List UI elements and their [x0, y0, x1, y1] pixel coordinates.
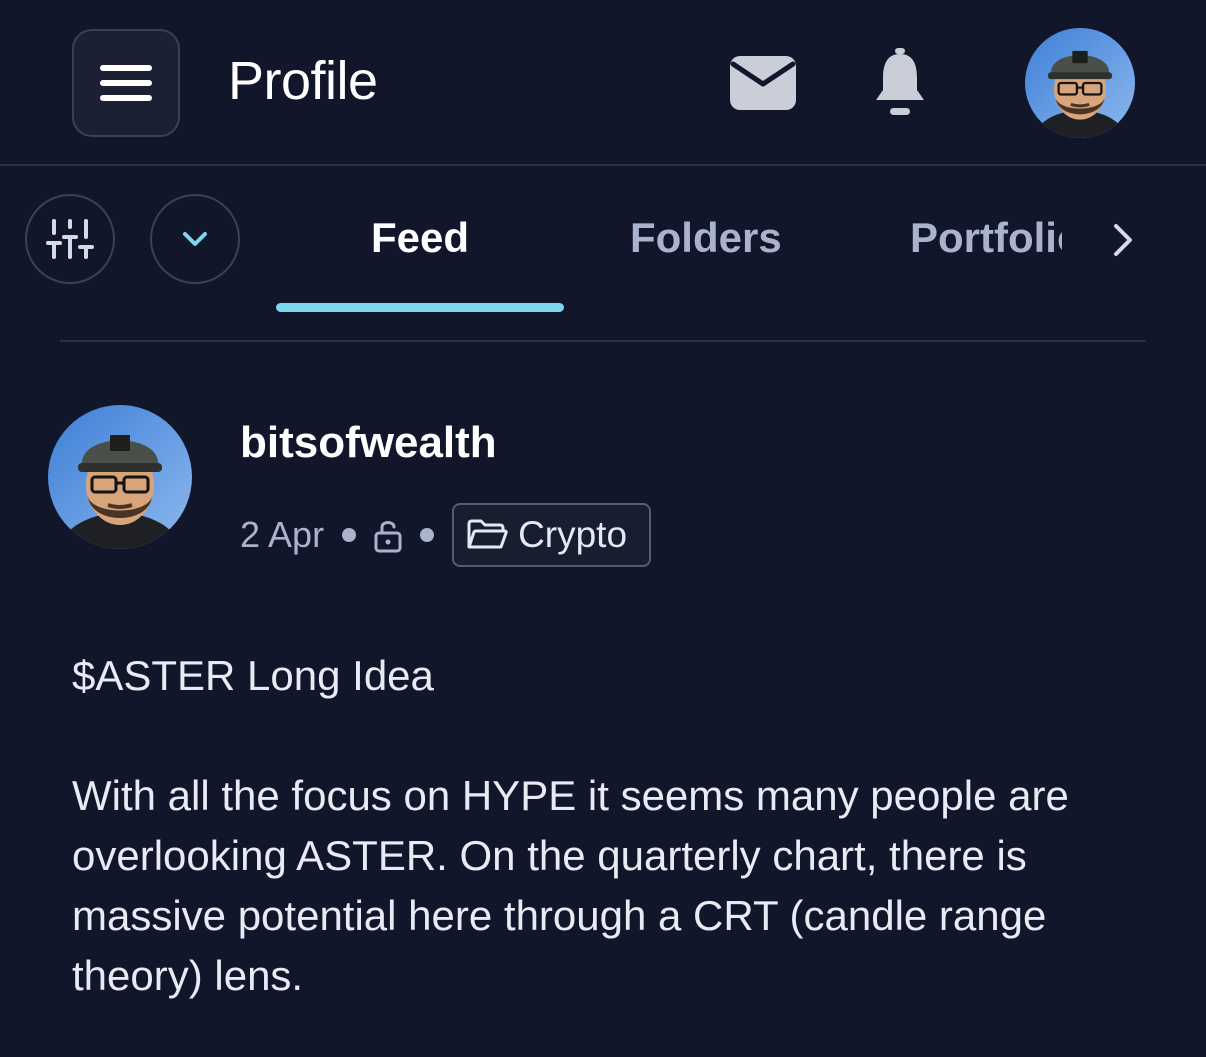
folder-icon [467, 519, 508, 549]
user-avatar[interactable] [1025, 28, 1135, 138]
envelope-icon[interactable] [730, 56, 796, 110]
author-name[interactable]: bitsofwealth [240, 418, 497, 468]
author-avatar[interactable] [48, 405, 192, 549]
unlock-icon [374, 521, 402, 553]
menu-button[interactable] [72, 29, 180, 137]
tab-portfolio[interactable]: Portfolio [910, 214, 1062, 262]
hamburger-menu-icon [100, 65, 152, 101]
page-title: Profile [228, 51, 378, 111]
folder-label: Crypto [518, 514, 628, 555]
tab-folders[interactable]: Folders [630, 214, 782, 262]
chevron-down-icon [183, 232, 207, 246]
separator-dot [420, 528, 435, 542]
post-title: $ASTER Long Idea [72, 652, 434, 699]
expand-button[interactable] [150, 194, 240, 284]
sliders-icon [46, 219, 94, 259]
post-date: 2 Apr [240, 514, 325, 555]
chevron-right-icon[interactable] [1106, 220, 1140, 260]
post-meta: 2 Apr Crypto [240, 503, 652, 567]
profile-page: Profile Feed Folders Portfoli bitsofweal… [0, 0, 1206, 1057]
top-header: Profile [0, 0, 1206, 166]
active-tab-indicator [276, 303, 564, 312]
folder-badge[interactable]: Crypto [452, 503, 652, 567]
post-body: With all the focus on HYPE it seems many… [72, 772, 1069, 999]
divider [60, 340, 1146, 342]
bell-icon[interactable] [872, 46, 928, 118]
separator-dot [342, 528, 357, 542]
tab-feed[interactable]: Feed [276, 214, 564, 262]
filter-button[interactable] [25, 194, 115, 284]
